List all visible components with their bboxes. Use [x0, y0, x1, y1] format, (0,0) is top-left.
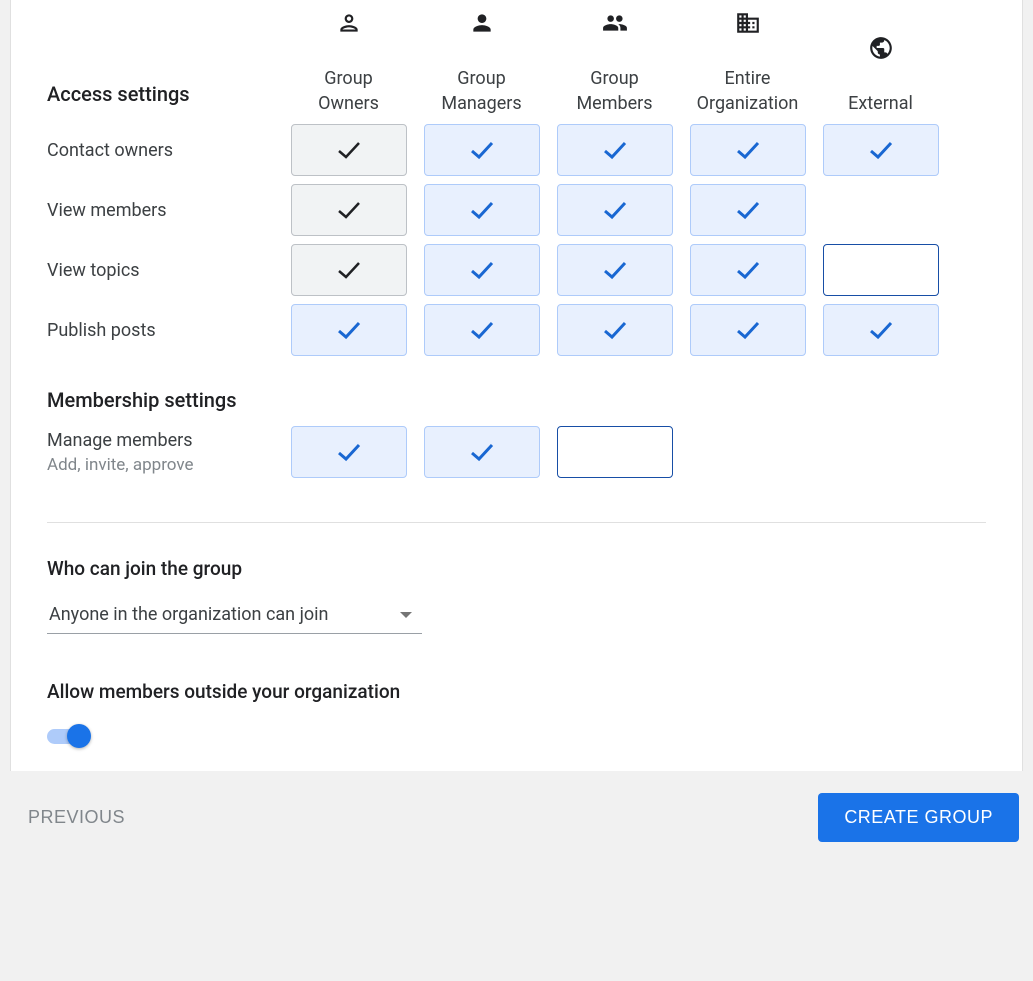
- matrix-cell-col: [282, 304, 415, 356]
- matrix-cell[interactable]: [690, 304, 806, 356]
- caret-down-icon: [400, 612, 412, 618]
- column-label: Group Members: [576, 66, 652, 116]
- row-label: Contact owners: [47, 140, 282, 161]
- matrix-cell-col: [681, 304, 814, 356]
- matrix-row-label: View members: [47, 200, 282, 221]
- matrix-cell[interactable]: [557, 426, 673, 478]
- matrix-cell[interactable]: [823, 304, 939, 356]
- people-icon: [602, 10, 628, 40]
- column-members: Group Members: [548, 10, 681, 116]
- section-divider: [47, 522, 986, 523]
- matrix-cell: [291, 124, 407, 176]
- matrix-row: Publish posts: [47, 300, 986, 360]
- matrix-row-label: Contact owners: [47, 140, 282, 161]
- matrix-row-label: Manage members Add, invite, approve: [47, 430, 282, 475]
- matrix-cell[interactable]: [690, 184, 806, 236]
- matrix-cell-col: [548, 124, 681, 176]
- matrix-cell[interactable]: [690, 244, 806, 296]
- matrix-cell-col: [282, 244, 415, 296]
- person-icon: [469, 10, 495, 40]
- matrix-cell-col: [681, 184, 814, 236]
- matrix-cell-col: [415, 184, 548, 236]
- membership-settings-title: Membership settings: [47, 360, 986, 422]
- matrix-cell[interactable]: [557, 124, 673, 176]
- allow-external-toggle[interactable]: [47, 721, 91, 751]
- matrix-row: Contact owners: [47, 120, 986, 180]
- matrix-cell-col: [548, 184, 681, 236]
- matrix-cell[interactable]: [690, 124, 806, 176]
- column-external: External: [814, 35, 947, 116]
- matrix-cell[interactable]: [823, 124, 939, 176]
- previous-button[interactable]: PREVIOUS: [14, 797, 139, 838]
- matrix-cell[interactable]: [557, 244, 673, 296]
- matrix-cell: [291, 244, 407, 296]
- matrix-cell-col: [681, 124, 814, 176]
- matrix-cell-col: [681, 244, 814, 296]
- matrix-cell[interactable]: [424, 124, 540, 176]
- matrix-row: View members: [47, 180, 986, 240]
- matrix-cell-col: [415, 124, 548, 176]
- person-outline-icon: [336, 10, 362, 40]
- matrix-cell-col: [814, 124, 947, 176]
- who-can-join-title: Who can join the group: [47, 557, 986, 580]
- column-label: Group Owners: [318, 66, 379, 116]
- access-settings-title: Access settings: [47, 68, 282, 116]
- matrix-row-label: Publish posts: [47, 320, 282, 341]
- column-managers: Group Managers: [415, 10, 548, 116]
- matrix-cell-col: [548, 244, 681, 296]
- matrix-row: Manage members Add, invite, approve: [47, 422, 986, 482]
- matrix-cell[interactable]: [291, 304, 407, 356]
- column-owners: Group Owners: [282, 10, 415, 116]
- matrix-cell-col: [814, 244, 947, 296]
- select-value: Anyone in the organization can join: [49, 604, 400, 625]
- matrix-cell-col: [415, 426, 548, 478]
- matrix-cell[interactable]: [424, 304, 540, 356]
- organization-icon: [735, 10, 761, 40]
- matrix-cell-col: [282, 124, 415, 176]
- matrix-cell[interactable]: [424, 184, 540, 236]
- matrix-cell[interactable]: [557, 304, 673, 356]
- matrix-cell-col: [415, 244, 548, 296]
- who-can-join-select[interactable]: Anyone in the organization can join: [47, 598, 422, 634]
- matrix-cell-col: [415, 304, 548, 356]
- matrix-cell-col: [282, 426, 415, 478]
- matrix-row-label: View topics: [47, 260, 282, 281]
- row-label: Manage members: [47, 430, 282, 451]
- row-label: Publish posts: [47, 320, 282, 341]
- row-sublabel: Add, invite, approve: [47, 455, 282, 475]
- matrix-cell[interactable]: [424, 426, 540, 478]
- settings-panel: Access settings Group Owners Group Manag…: [10, 0, 1023, 771]
- matrix-cell-col: [814, 304, 947, 356]
- column-label: Group Managers: [441, 66, 521, 116]
- matrix-cell[interactable]: [557, 184, 673, 236]
- matrix-cell-col: [548, 304, 681, 356]
- row-label: View members: [47, 200, 282, 221]
- matrix-cell[interactable]: [424, 244, 540, 296]
- row-label: View topics: [47, 260, 282, 281]
- globe-icon: [868, 35, 894, 65]
- matrix-cell-col: [282, 184, 415, 236]
- matrix-row: View topics: [47, 240, 986, 300]
- matrix-column-headers: Access settings Group Owners Group Manag…: [47, 0, 986, 120]
- matrix-cell: [291, 184, 407, 236]
- column-organization: Entire Organization: [681, 10, 814, 116]
- column-label: Entire Organization: [697, 66, 799, 116]
- column-label: External: [848, 91, 913, 116]
- matrix-cell[interactable]: [291, 426, 407, 478]
- allow-external-title: Allow members outside your organization: [47, 680, 986, 703]
- create-group-button[interactable]: CREATE GROUP: [818, 793, 1019, 842]
- footer-bar: PREVIOUS CREATE GROUP: [0, 771, 1033, 864]
- matrix-cell-col: [548, 426, 681, 478]
- matrix-cell[interactable]: [823, 244, 939, 296]
